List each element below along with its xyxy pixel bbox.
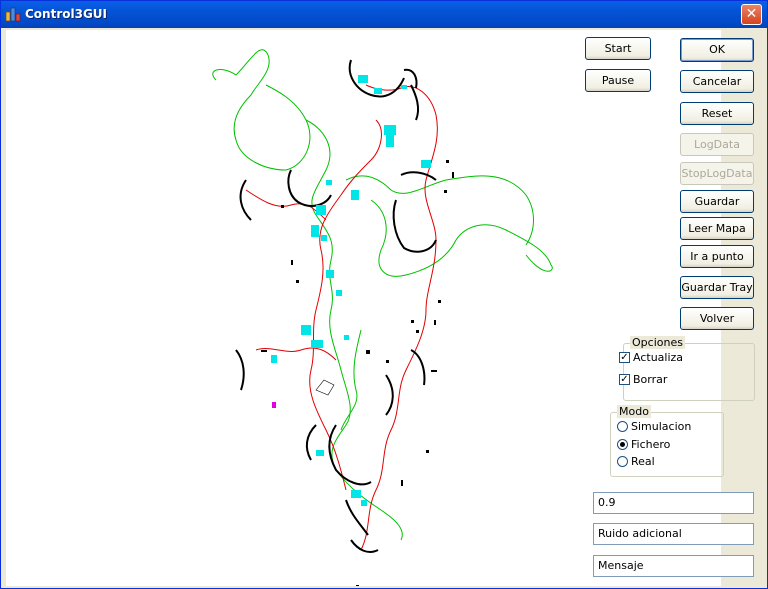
robot-outline <box>315 379 335 396</box>
actualiza-label: Actualiza <box>633 351 684 364</box>
simulacion-label: Simulacion <box>631 420 692 433</box>
back-button[interactable]: Volver <box>680 307 754 330</box>
fichero-radio[interactable] <box>617 439 628 450</box>
window-title: Control3GUI <box>25 7 108 21</box>
modo-group: Modo Simulacion Fichero Real <box>610 405 724 477</box>
load-map-button[interactable]: Leer Mapa <box>680 217 754 240</box>
app-window: Control3GUI ✕ Start Pause OK Cancelar Re… <box>0 0 768 589</box>
start-button[interactable]: Start <box>585 37 651 60</box>
simulacion-radio[interactable] <box>617 421 628 432</box>
red-trajectory <box>245 84 438 551</box>
title-bar[interactable]: Control3GUI ✕ <box>1 1 767 28</box>
ok-button[interactable]: OK <box>680 38 754 62</box>
scan-points <box>271 75 431 506</box>
goto-point-button[interactable]: Ir a punto <box>680 245 754 268</box>
borrar-label: Borrar <box>633 373 668 386</box>
fichero-label: Fichero <box>631 438 671 451</box>
app-icon <box>5 7 21 22</box>
pause-button[interactable]: Pause <box>585 69 651 92</box>
client-area: Start Pause OK Cancelar Reset LogData St… <box>4 28 766 587</box>
cancel-button[interactable]: Cancelar <box>680 70 754 93</box>
save-trajectory-button[interactable]: Guardar Tray <box>680 276 754 299</box>
stoplogdata-button[interactable]: StopLogData <box>680 162 754 185</box>
reset-button[interactable]: Reset <box>680 102 754 125</box>
message-field[interactable]: Mensaje <box>593 555 754 577</box>
close-icon: ✕ <box>745 6 758 22</box>
real-label: Real <box>631 455 655 468</box>
borrar-checkbox[interactable]: ✓ <box>619 374 630 385</box>
real-radio[interactable] <box>617 456 628 467</box>
modo-label: Modo <box>617 405 651 418</box>
value-field[interactable]: 0.9 <box>593 492 754 514</box>
noise-field[interactable]: Ruido adicional <box>593 523 754 545</box>
logdata-button[interactable]: LogData <box>680 133 754 156</box>
opciones-label: Opciones <box>630 336 685 349</box>
actualiza-checkbox[interactable]: ✓ <box>619 352 630 363</box>
opciones-group: Opciones ✓ Actualiza ✓ Borrar <box>619 336 755 401</box>
position-marker <box>272 402 276 408</box>
close-button[interactable]: ✕ <box>741 4 762 25</box>
wall-outlines <box>235 59 437 553</box>
save-map-button[interactable]: Guardar Mapa <box>680 190 754 229</box>
